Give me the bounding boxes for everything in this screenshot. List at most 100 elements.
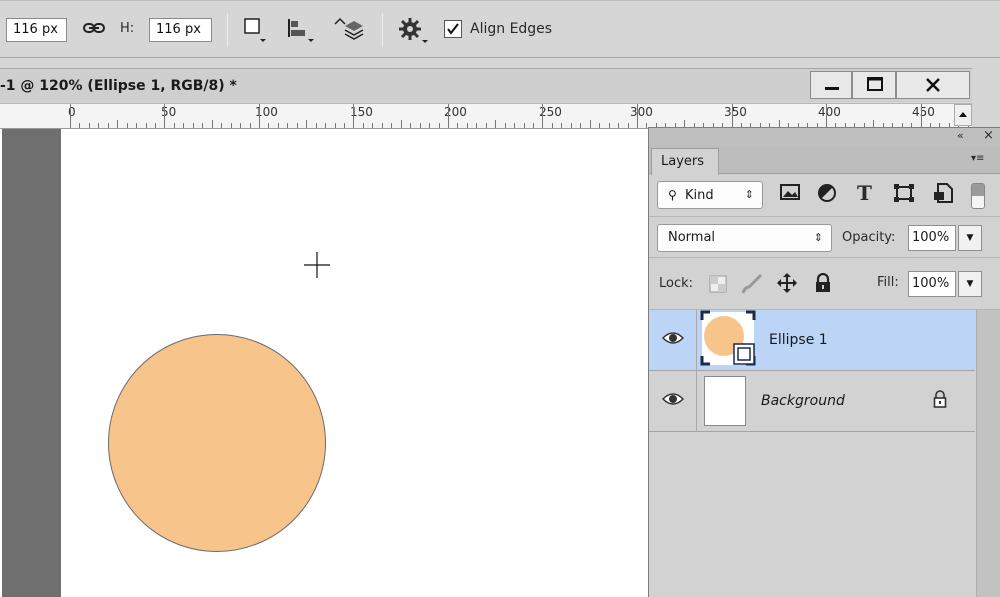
ruler-tick bbox=[391, 123, 392, 128]
gear-icon[interactable] bbox=[399, 17, 429, 49]
ellipse-shape[interactable] bbox=[108, 334, 326, 552]
lock-all-icon[interactable] bbox=[814, 272, 832, 297]
ruler-tick bbox=[325, 123, 326, 128]
separator bbox=[382, 13, 383, 47]
ruler-tick bbox=[495, 120, 496, 128]
lock-position-icon[interactable] bbox=[776, 272, 798, 298]
filter-row: ⚲ Kind ⇕ T bbox=[649, 175, 1000, 217]
window-edge bbox=[0, 129, 2, 597]
ruler-tick bbox=[164, 104, 165, 128]
blend-mode-label: Normal bbox=[668, 230, 716, 245]
minimize-button[interactable] bbox=[810, 71, 852, 99]
visibility-toggle[interactable] bbox=[649, 371, 697, 432]
path-alignment-icon[interactable] bbox=[286, 17, 316, 49]
tab-layers[interactable]: Layers bbox=[651, 148, 719, 175]
lock-image-pixels-icon[interactable] bbox=[741, 273, 763, 299]
layer-thumbnail-ellipse bbox=[700, 310, 756, 366]
opacity-input[interactable]: 100% bbox=[908, 225, 956, 251]
ruler-tick bbox=[580, 123, 581, 128]
blend-mode-select[interactable]: Normal ⇕ bbox=[657, 224, 832, 252]
ruler-tick bbox=[250, 123, 251, 128]
ruler-tick bbox=[467, 123, 468, 128]
layer-name[interactable]: Background bbox=[761, 393, 845, 409]
ruler-tick bbox=[70, 104, 71, 128]
fill-dropdown-button[interactable]: ▼ bbox=[958, 271, 982, 297]
ruler-tick bbox=[646, 123, 647, 128]
link-dimensions-icon[interactable] bbox=[83, 18, 105, 42]
align-edges-checkbox[interactable] bbox=[444, 20, 462, 38]
ruler-tick bbox=[344, 123, 345, 128]
separator bbox=[227, 13, 228, 47]
filter-type-icon[interactable]: T bbox=[857, 181, 872, 205]
ruler-tick bbox=[202, 123, 203, 128]
ruler-tick bbox=[561, 123, 562, 128]
ruler-tick bbox=[287, 123, 288, 128]
select-arrows-icon: ⇕ bbox=[744, 188, 754, 201]
align-edges-label: Align Edges bbox=[470, 21, 553, 37]
ruler-tick bbox=[155, 123, 156, 128]
path-operations-icon[interactable] bbox=[243, 17, 267, 49]
ruler-tick bbox=[542, 104, 543, 128]
ruler-tick bbox=[457, 123, 458, 128]
filter-shape-icon[interactable] bbox=[893, 183, 915, 207]
ruler-tick bbox=[146, 123, 147, 128]
document-tab-title[interactable]: -1 @ 120% (Ellipse 1, RGB/8) * bbox=[0, 78, 237, 94]
filter-smart-object-icon[interactable] bbox=[932, 183, 954, 207]
layer-row-background[interactable]: Background bbox=[649, 371, 975, 432]
ruler-tick bbox=[410, 123, 411, 128]
maximize-button[interactable] bbox=[852, 71, 896, 99]
ruler-tick bbox=[486, 123, 487, 128]
lock-row: Lock: Fill: 100% ▼ bbox=[649, 258, 1000, 310]
ruler-tick bbox=[533, 123, 534, 128]
opacity-dropdown-button[interactable]: ▼ bbox=[958, 225, 982, 251]
layer-row-ellipse-1[interactable]: Ellipse 1 bbox=[649, 310, 975, 371]
layers-scrollbar[interactable] bbox=[976, 310, 1000, 597]
close-button[interactable] bbox=[896, 71, 970, 99]
filter-kind-select[interactable]: ⚲ Kind ⇕ bbox=[657, 181, 763, 209]
fill-label: Fill: bbox=[877, 275, 899, 290]
ruler-tick bbox=[921, 104, 922, 128]
layer-thumbnail-background bbox=[704, 376, 746, 426]
scroll-up-button[interactable] bbox=[954, 104, 972, 126]
ruler-tick bbox=[826, 104, 827, 128]
ruler-tick bbox=[476, 123, 477, 128]
close-panel-icon[interactable]: × bbox=[983, 128, 994, 143]
ruler-tick bbox=[268, 123, 269, 128]
panel-menu-icon[interactable]: ▾≡ bbox=[971, 153, 984, 164]
visibility-toggle[interactable] bbox=[649, 310, 697, 371]
blend-row: Normal ⇕ Opacity: 100% ▼ bbox=[649, 217, 1000, 258]
ruler-tick bbox=[127, 123, 128, 128]
ruler-tick bbox=[420, 123, 421, 128]
width-input[interactable]: 116 px bbox=[6, 18, 67, 42]
ruler-tick bbox=[212, 120, 213, 128]
ruler-tick bbox=[231, 123, 232, 128]
ruler-tick bbox=[618, 123, 619, 128]
filter-adjustment-icon[interactable] bbox=[817, 183, 837, 207]
fill-input[interactable]: 100% bbox=[908, 271, 956, 297]
lock-label: Lock: bbox=[659, 276, 694, 291]
ruler-tick bbox=[240, 123, 241, 128]
layer-name[interactable]: Ellipse 1 bbox=[769, 332, 828, 348]
height-label: H: bbox=[120, 21, 135, 36]
document-title-bar: -1 @ 120% (Ellipse 1, RGB/8) * bbox=[0, 68, 972, 102]
path-arrangement-icon[interactable] bbox=[333, 16, 365, 48]
ruler-tick bbox=[278, 123, 279, 128]
eye-icon bbox=[661, 391, 685, 411]
opacity-label: Opacity: bbox=[842, 230, 896, 245]
height-input[interactable]: 116 px bbox=[149, 18, 212, 42]
ruler-tick bbox=[193, 123, 194, 128]
panel-header: « × bbox=[649, 128, 1000, 146]
ruler-tick bbox=[732, 104, 733, 128]
horizontal-ruler[interactable]: 0 50 100 150 200 250 300 350 400 450 bbox=[0, 103, 972, 129]
ruler-tick bbox=[429, 123, 430, 128]
filter-pixel-icon[interactable] bbox=[779, 183, 801, 205]
select-arrows-icon: ⇕ bbox=[813, 231, 823, 244]
lock-transparent-pixels-icon[interactable] bbox=[709, 275, 727, 297]
ruler-label: 350 bbox=[724, 105, 747, 119]
filter-toggle-switch[interactable] bbox=[971, 183, 985, 209]
ruler-tick bbox=[448, 104, 449, 128]
ruler-tick bbox=[609, 123, 610, 128]
ruler-label: 400 bbox=[818, 105, 841, 119]
collapse-panel-icon[interactable]: « bbox=[957, 129, 964, 142]
ruler-tick bbox=[335, 123, 336, 128]
